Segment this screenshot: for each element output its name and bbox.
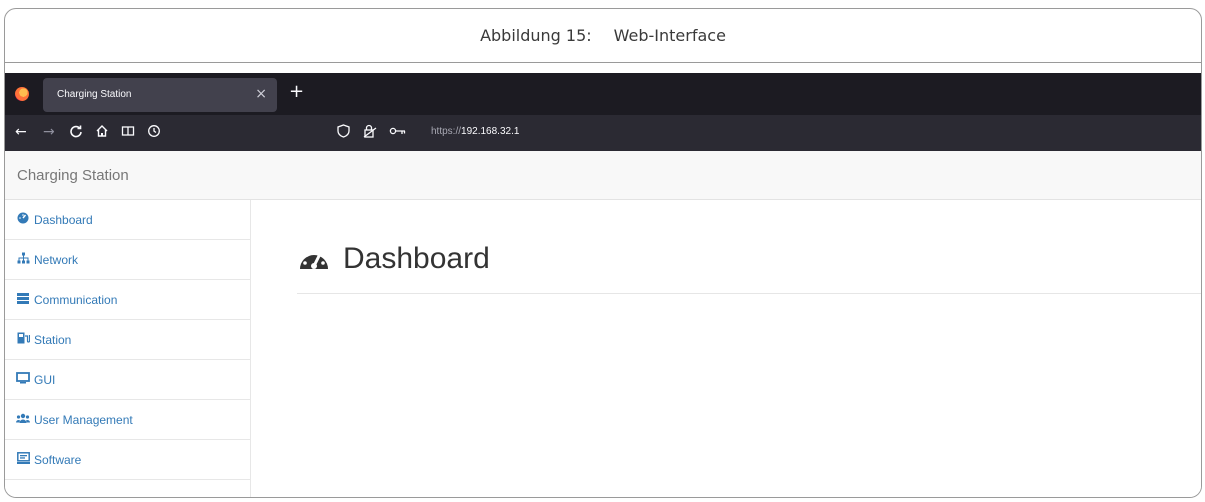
tab-title: Charging Station — [57, 89, 132, 100]
screenshot: Charging Station × + ← → https://192.168… — [5, 73, 1201, 497]
title-divider — [297, 293, 1201, 294]
app-navbar: Charging Station — [5, 151, 1201, 200]
back-icon[interactable]: ← — [15, 124, 27, 140]
browser-nav-bar: ← → https://192.168.32.1 — [5, 115, 1201, 151]
firefox-logo-icon — [15, 87, 29, 101]
network-icon — [15, 252, 31, 267]
page-title-text: Dashboard — [343, 242, 490, 275]
caption-text: Web-Interface — [613, 26, 726, 45]
list-icon — [15, 292, 31, 307]
reader-icon[interactable] — [121, 124, 135, 142]
url-protocol: https:// — [431, 126, 462, 137]
sidebar-item-gui[interactable]: GUI — [5, 360, 251, 400]
sidebar-item-label: Network — [34, 252, 79, 267]
caption-label: Abbildung 15: — [480, 26, 592, 45]
sidebar-item-dashboard[interactable]: Dashboard — [5, 200, 251, 240]
app-brand[interactable]: Charging Station — [17, 167, 129, 184]
home-icon[interactable] — [95, 124, 109, 142]
figure-frame: Abbildung 15: Web-Interface Charging Sta… — [4, 8, 1202, 498]
station-icon — [15, 332, 31, 347]
sidebar-item-label: User Management — [34, 412, 133, 427]
url-text[interactable]: https://192.168.32.1 — [431, 126, 519, 137]
sidebar-item-label: GUI — [34, 372, 56, 387]
sidebar-item-communication[interactable]: Communication — [5, 280, 251, 320]
main-content: Dashboard — [251, 200, 1201, 497]
browser-tab-bar: Charging Station × + — [5, 73, 1201, 115]
url-host: 192.168.32.1 — [461, 126, 520, 137]
page-title: Dashboard — [297, 242, 490, 276]
history-icon[interactable] — [147, 124, 161, 142]
forward-icon[interactable]: → — [43, 124, 55, 140]
key-icon[interactable] — [389, 124, 407, 143]
sidebar-item-user-management[interactable]: User Management — [5, 400, 251, 440]
sidebar-item-software[interactable]: Software — [5, 440, 251, 480]
sidebar-item-label: Station — [34, 332, 72, 347]
users-icon — [15, 413, 31, 427]
tracking-shield-icon[interactable] — [337, 124, 350, 143]
sidebar-item-label: Software — [34, 452, 82, 467]
sidebar-item-label: Dashboard — [34, 212, 93, 227]
figure-caption: Abbildung 15: Web-Interface — [5, 9, 1201, 63]
tab-close-icon[interactable]: × — [255, 86, 267, 102]
browser-tab[interactable]: Charging Station × — [43, 78, 277, 112]
reload-icon[interactable] — [69, 124, 83, 142]
new-tab-button[interactable]: + — [289, 83, 304, 101]
dashboard-icon — [297, 245, 331, 273]
address-bar[interactable]: https://192.168.32.1 — [325, 115, 1201, 151]
monitor-icon — [15, 372, 31, 387]
software-icon — [15, 452, 31, 467]
sidebar: Dashboard Network Communication Station — [5, 200, 251, 497]
sidebar-item-network[interactable]: Network — [5, 240, 251, 280]
insecure-lock-icon[interactable] — [363, 124, 377, 143]
dashboard-icon — [15, 212, 31, 227]
sidebar-item-label: Communication — [34, 292, 118, 307]
sidebar-item-station[interactable]: Station — [5, 320, 251, 360]
